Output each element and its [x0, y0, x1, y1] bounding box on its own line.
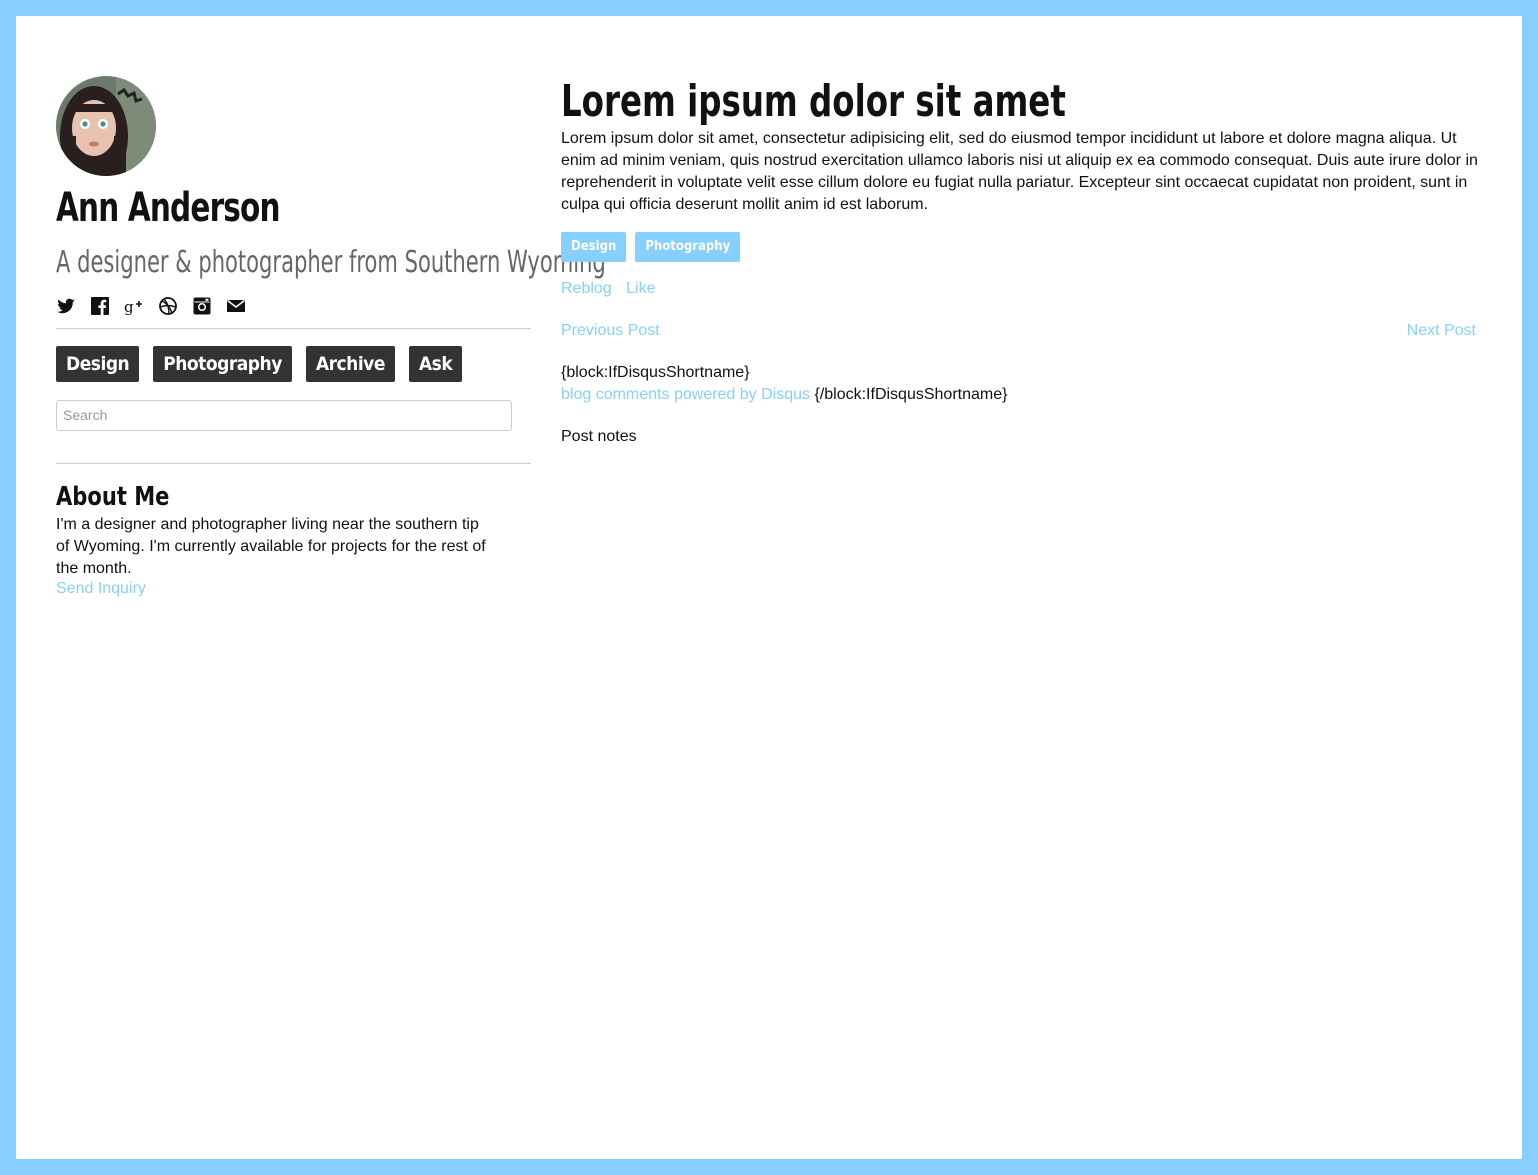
disqus-close-tag: {/block:IfDisqusShortname}	[814, 386, 1008, 403]
about-text: I'm a designer and photographer living n…	[56, 516, 486, 577]
send-inquiry-link[interactable]: Send Inquiry	[56, 580, 146, 597]
disqus-open-tag: {block:IfDisqusShortname}	[561, 364, 750, 381]
disqus-link[interactable]: blog comments powered by Disqus	[561, 386, 810, 403]
svg-text:g: g	[124, 298, 134, 316]
nav-menu: Design Photography Archive Ask	[56, 346, 531, 382]
twitter-icon[interactable]	[56, 296, 76, 316]
reblog-link[interactable]: Reblog	[561, 280, 612, 297]
search-input[interactable]: Search	[56, 400, 512, 431]
disqus-block: {block:IfDisqusShortname} blog comments …	[561, 362, 1486, 406]
google-plus-icon[interactable]: g	[124, 296, 144, 316]
tag-design[interactable]: Design	[561, 232, 627, 262]
like-link[interactable]: Like	[626, 280, 655, 297]
previous-post-link[interactable]: Previous Post	[561, 320, 660, 342]
instagram-icon[interactable]	[192, 296, 212, 316]
site-title: Ann Anderson	[56, 185, 281, 231]
next-post-link[interactable]: Next Post	[1407, 320, 1476, 342]
nav-item-photography[interactable]: Photography	[153, 346, 292, 382]
sidebar: Ann Anderson A designer & photographer f…	[56, 76, 606, 598]
post-actions: Reblog Like	[561, 278, 1486, 300]
post-notes: Post notes	[561, 428, 637, 445]
about-heading: About Me	[56, 482, 170, 512]
social-links: g	[56, 296, 531, 316]
nav-item-archive[interactable]: Archive	[305, 346, 395, 382]
post-pagination: Previous Post Next Post	[561, 320, 1476, 342]
site-tagline: A designer & photographer from Southern …	[56, 245, 606, 280]
mail-icon[interactable]	[226, 296, 246, 316]
avatar[interactable]	[56, 76, 156, 176]
post-body: Lorem ipsum dolor sit amet, consectetur …	[561, 130, 1478, 213]
sidebar-divider	[56, 328, 531, 329]
sidebar-divider-2	[56, 463, 531, 464]
post: Lorem ipsum dolor sit amet Lorem ipsum d…	[561, 76, 1486, 448]
nav-item-design[interactable]: Design	[56, 346, 140, 382]
dribbble-icon[interactable]	[158, 296, 178, 316]
page-frame: Ann Anderson A designer & photographer f…	[16, 16, 1522, 1159]
facebook-icon[interactable]	[90, 296, 110, 316]
post-tags: Design Photography	[561, 232, 1486, 262]
tag-photography[interactable]: Photography	[635, 232, 741, 262]
nav-item-ask[interactable]: Ask	[408, 346, 463, 382]
post-title: Lorem ipsum dolor sit amet	[561, 76, 1066, 127]
